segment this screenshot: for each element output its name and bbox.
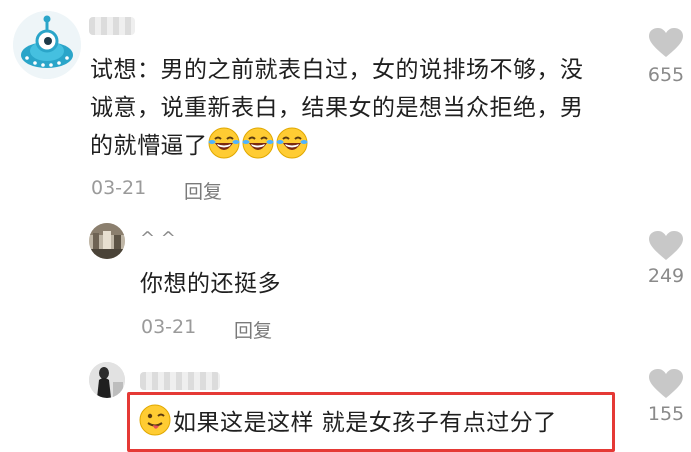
- tongue-out-emoji: [139, 404, 171, 436]
- username-blurred[interactable]: [89, 17, 135, 35]
- comment-line-2: 诚意，说重新表白，结果女的是想当众拒绝，男: [90, 95, 584, 121]
- reply-button[interactable]: 回复: [184, 177, 222, 204]
- laughing-crying-emoji: [276, 127, 307, 159]
- heart-icon: [649, 231, 683, 260]
- comment-text: 试想：男的之前就表白过，女的说排场不够，没 诚意，说重新表白，结果女的是想当众拒…: [90, 51, 635, 165]
- username-blurred[interactable]: [140, 372, 220, 390]
- like-button[interactable]: 155: [636, 369, 691, 425]
- laughing-crying-emoji: [242, 127, 273, 159]
- reply-text: 如果这是这样 就是女孩子有点过分了: [139, 404, 557, 442]
- emoji-group: [139, 404, 173, 436]
- like-button[interactable]: 249: [636, 231, 691, 287]
- like-count: 155: [647, 403, 685, 425]
- laughing-crying-emoji: [208, 127, 239, 159]
- reply-text: 你想的还挺多: [140, 271, 281, 297]
- comment-line-3-text: 的就懵逼了: [90, 133, 208, 159]
- like-count: 655: [647, 64, 685, 86]
- heart-icon: [649, 369, 683, 398]
- comment-date: 03-21: [91, 177, 147, 199]
- heart-icon: [649, 28, 683, 57]
- reply-text-content: 如果这是这样 就是女孩子有点过分了: [173, 410, 557, 436]
- comment-line-1: 试想：男的之前就表白过，女的说排场不够，没: [90, 57, 584, 83]
- photo-avatar-icon: [89, 362, 125, 398]
- reply-date: 03-21: [141, 316, 197, 338]
- reply-button[interactable]: 回复: [234, 316, 272, 343]
- like-count: 249: [647, 265, 685, 287]
- avatar[interactable]: [89, 362, 125, 398]
- reply-username[interactable]: ^ ^: [140, 228, 176, 249]
- photo-avatar-icon: [89, 223, 125, 259]
- comment-line-3: 的就懵逼了: [90, 127, 635, 165]
- avatar[interactable]: [89, 223, 125, 259]
- avatar[interactable]: [13, 11, 81, 79]
- like-button[interactable]: 655: [636, 28, 691, 86]
- emoji-group: [208, 127, 310, 159]
- alien-avatar-icon: [13, 11, 81, 79]
